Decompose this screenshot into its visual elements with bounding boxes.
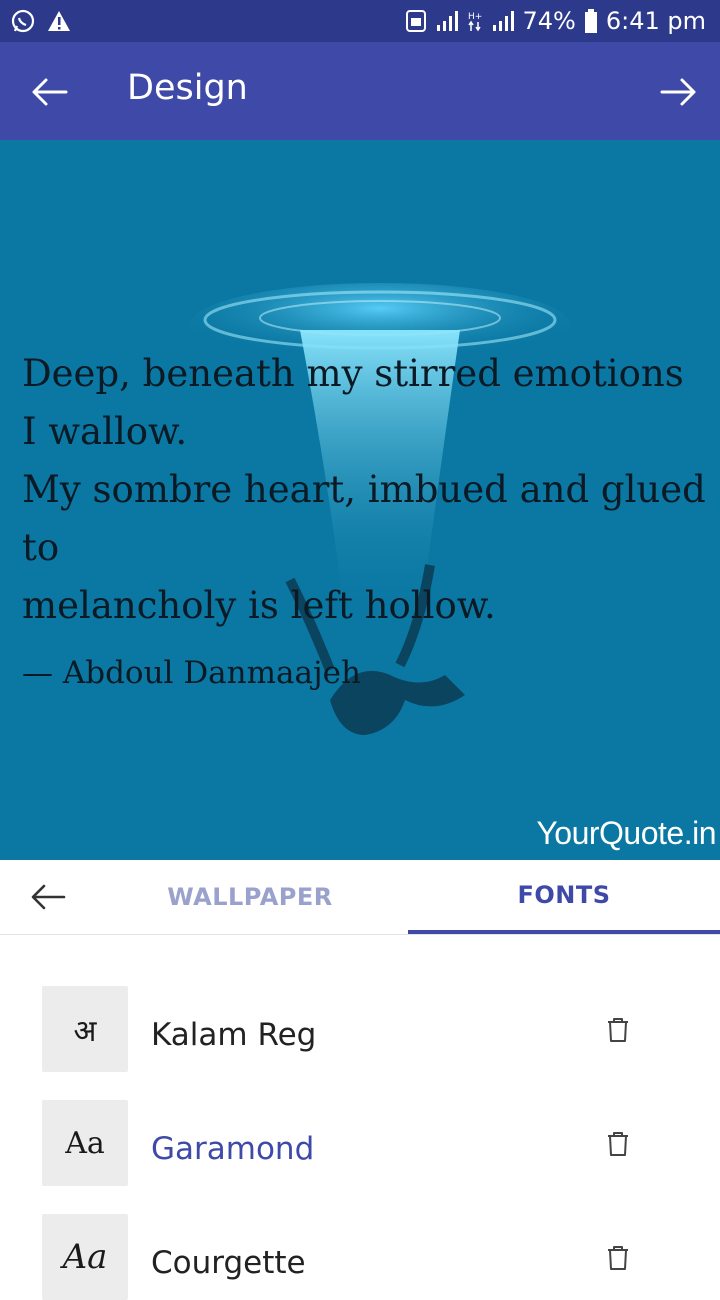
tab-bar: WALLPAPER FONTS: [0, 860, 720, 935]
quote-author: — Abdoul Danmaajeh: [22, 655, 361, 691]
warning-icon: [48, 11, 70, 31]
font-name: Kalam Reg: [151, 1017, 317, 1053]
status-left: [0, 8, 72, 34]
trash-icon[interactable]: [603, 1129, 633, 1159]
data-icon: H+: [468, 12, 482, 32]
sim-icon: [405, 10, 426, 32]
whatsapp-icon: [11, 9, 35, 33]
svg-text:H+: H+: [468, 12, 482, 22]
status-right: H+ 74% 6:41 pm: [405, 7, 720, 35]
tab-wallpaper[interactable]: WALLPAPER: [100, 860, 400, 934]
app-bar: Design: [0, 42, 720, 140]
quote-canvas: Deep, beneath my stirred emotions I wall…: [0, 140, 720, 860]
status-bar: H+ 74% 6:41 pm: [0, 0, 720, 42]
arrow-left-icon[interactable]: [28, 877, 68, 917]
tab-fonts[interactable]: FONTS: [408, 860, 720, 934]
trash-icon[interactable]: [603, 1015, 633, 1045]
battery-icon: [584, 9, 597, 33]
font-list: अ Kalam Reg Aa Garamond Aa Courgette: [0, 935, 720, 1300]
arrow-left-icon[interactable]: [28, 70, 72, 114]
list-item[interactable]: Aa Garamond: [0, 1049, 720, 1186]
quote-text: Deep, beneath my stirred emotions I wall…: [22, 352, 706, 627]
page-title: Design: [127, 68, 248, 108]
watermark-logo: YourQuote.in: [536, 815, 716, 851]
battery-percent: 74%: [522, 7, 576, 35]
font-name: Courgette: [151, 1245, 306, 1281]
list-item[interactable]: अ Kalam Reg: [0, 935, 720, 1072]
arrow-right-icon[interactable]: [656, 70, 700, 114]
signal-icon: [492, 11, 514, 31]
font-thumbnail: Aa: [42, 1214, 128, 1300]
trash-icon[interactable]: [603, 1243, 633, 1273]
list-item[interactable]: Aa Courgette: [0, 1163, 720, 1300]
status-time: 6:41 pm: [605, 7, 706, 35]
font-name: Garamond: [151, 1131, 315, 1167]
signal-icon: [436, 11, 458, 31]
